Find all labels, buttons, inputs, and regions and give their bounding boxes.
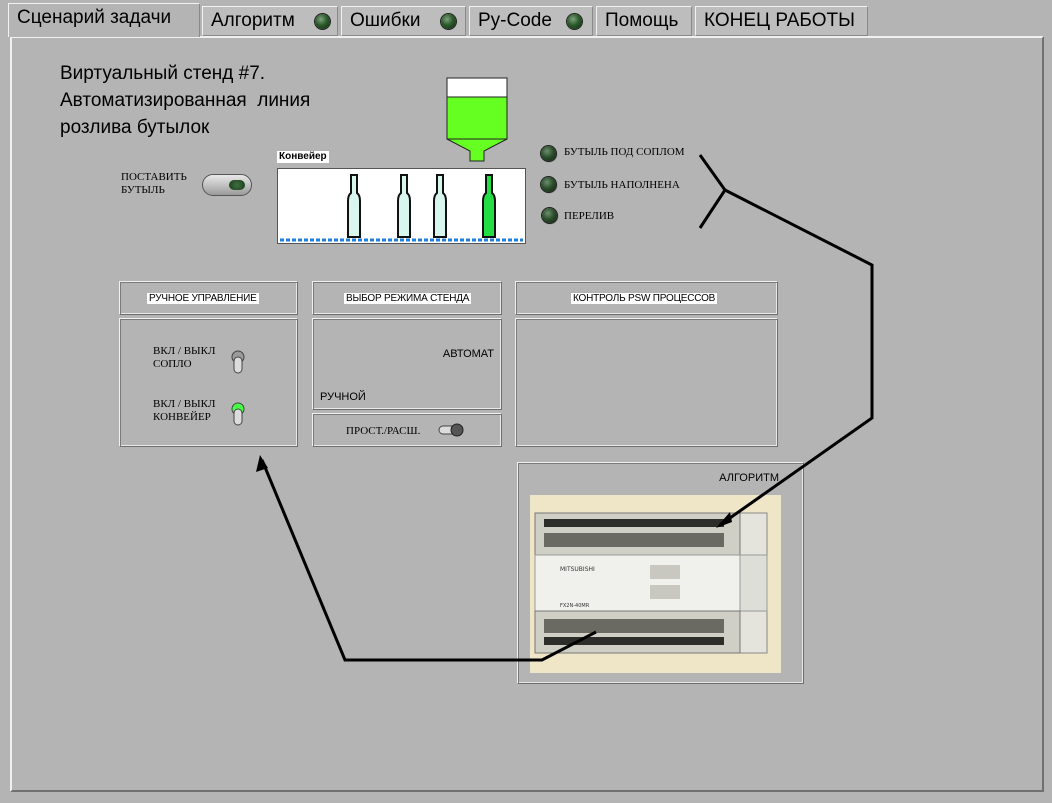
- bottle-1: [347, 174, 361, 238]
- tank-liquid: [446, 96, 508, 140]
- conveyor-toggle-label: ВКЛ / ВЫКЛ КОНВЕЙЕР: [153, 398, 215, 424]
- nozzle-toggle-switch[interactable]: [230, 349, 246, 377]
- mode-select-title: ВЫБОР РЕЖИМА СТЕНДА: [344, 293, 472, 304]
- bottle-under-nozzle-label: БУТЫЛЬ ПОД СОПЛОМ: [564, 146, 685, 158]
- algorithm-panel[interactable]: АЛГОРИТМ MITSUBISHI FX2N-40MR: [517, 462, 804, 684]
- tab-help[interactable]: Помощь: [596, 6, 692, 36]
- psw-control-header: КОНТРОЛЬ PSW ПРОЦЕССОВ: [515, 281, 778, 315]
- tab-help-label: Помощь: [605, 10, 679, 31]
- nozzle-toggle-label-line2: СОПЛО: [153, 358, 192, 370]
- tab-algorithm[interactable]: Алгоритм: [202, 6, 338, 36]
- place-bottle-button-indicator: [229, 180, 245, 190]
- psw-control-panel: [515, 318, 778, 447]
- tank-empty-part: [446, 77, 508, 98]
- bottle-3: [433, 174, 447, 238]
- mode-select-header: ВЫБОР РЕЖИМА СТЕНДА: [312, 281, 502, 315]
- tab-pycode[interactable]: Py-Code: [469, 6, 593, 36]
- mode-manual-label: РУЧНОЙ: [320, 391, 366, 403]
- bottle-filled-led-icon: [541, 177, 556, 192]
- page-title: Виртуальный стенд #7. Автоматизированная…: [60, 60, 310, 141]
- tab-scenario[interactable]: Сценарий задачи: [8, 3, 200, 37]
- simple-ext-label: ПРОСТ./РАСШ.: [346, 425, 421, 437]
- tab-algorithm-label: Алгоритм: [211, 10, 295, 31]
- conveyor-scene: [280, 174, 523, 242]
- plc-model-text: FX2N-40MR: [560, 603, 590, 609]
- place-bottle-label-line1: ПОСТАВИТЬ: [121, 171, 187, 183]
- conveyor-toggle-switch[interactable]: [230, 401, 246, 429]
- nozzle-toggle-label: ВКЛ / ВЫКЛ СОПЛО: [153, 345, 215, 371]
- simple-ext-toggle-switch[interactable]: [437, 422, 465, 438]
- place-bottle-button[interactable]: [202, 174, 252, 196]
- nozzle: [446, 138, 508, 162]
- plc-brand-text: MITSUBISHI: [560, 566, 595, 573]
- plc-top-terminals: [544, 519, 724, 547]
- algorithm-label: АЛГОРИТМ: [719, 472, 779, 484]
- tab-errors[interactable]: Ошибки: [341, 6, 466, 36]
- bottle-under-nozzle-led-icon: [541, 146, 556, 161]
- manual-control-header: РУЧНОЕ УПРАВЛЕНИЕ: [119, 281, 298, 315]
- bottle-2: [397, 174, 411, 238]
- page-title-line2: Автоматизированная линия: [60, 90, 311, 111]
- tab-end-work-label: КОНЕЦ РАБОТЫ: [704, 10, 855, 31]
- mode-auto-label: АВТОМАТ: [442, 348, 494, 360]
- tab-scenario-label: Сценарий задачи: [17, 7, 172, 28]
- tab-errors-label: Ошибки: [350, 10, 421, 31]
- filling-tank: [446, 77, 508, 162]
- place-bottle-label: ПОСТАВИТЬ БУТЫЛЬ: [121, 171, 187, 197]
- conveyor-toggle-label-line1: ВКЛ / ВЫКЛ: [153, 398, 216, 410]
- tab-pycode-led-icon: [567, 14, 582, 29]
- page-title-line1: Виртуальный стенд #7.: [60, 63, 266, 84]
- conveyor-view: [277, 168, 526, 244]
- place-bottle-label-line2: БУТЫЛЬ: [121, 184, 165, 196]
- mode-select-panel[interactable]: АВТОМАТ РУЧНОЙ: [312, 318, 502, 410]
- overflow-label: ПЕРЕЛИВ: [564, 210, 615, 222]
- conveyor-toggle-label-line2: КОНВЕЙЕР: [153, 411, 211, 423]
- bottle-4: [482, 174, 496, 238]
- manual-control-title: РУЧНОЕ УПРАВЛЕНИЕ: [147, 293, 259, 304]
- nozzle-toggle-label-line1: ВКЛ / ВЫКЛ: [153, 345, 216, 357]
- tab-pycode-label: Py-Code: [478, 10, 552, 31]
- tab-errors-led-icon: [441, 14, 456, 29]
- plc-device-image: MITSUBISHI FX2N-40MR: [534, 512, 768, 654]
- conveyor-label: Конвейер: [277, 151, 329, 163]
- overflow-led-icon: [542, 208, 557, 223]
- bottle-filled-label: БУТЫЛЬ НАПОЛНЕНА: [564, 179, 680, 191]
- tab-algorithm-led-icon: [315, 14, 330, 29]
- manual-control-panel: ВКЛ / ВЫКЛ СОПЛО ВКЛ / ВЫКЛ КОНВЕЙЕР: [119, 318, 298, 447]
- tab-end-work[interactable]: КОНЕЦ РАБОТЫ: [695, 6, 868, 36]
- simple-ext-panel: ПРОСТ./РАСШ.: [312, 413, 502, 447]
- psw-control-title: КОНТРОЛЬ PSW ПРОЦЕССОВ: [571, 293, 718, 304]
- page-title-line3: розлива бутылок: [60, 117, 210, 138]
